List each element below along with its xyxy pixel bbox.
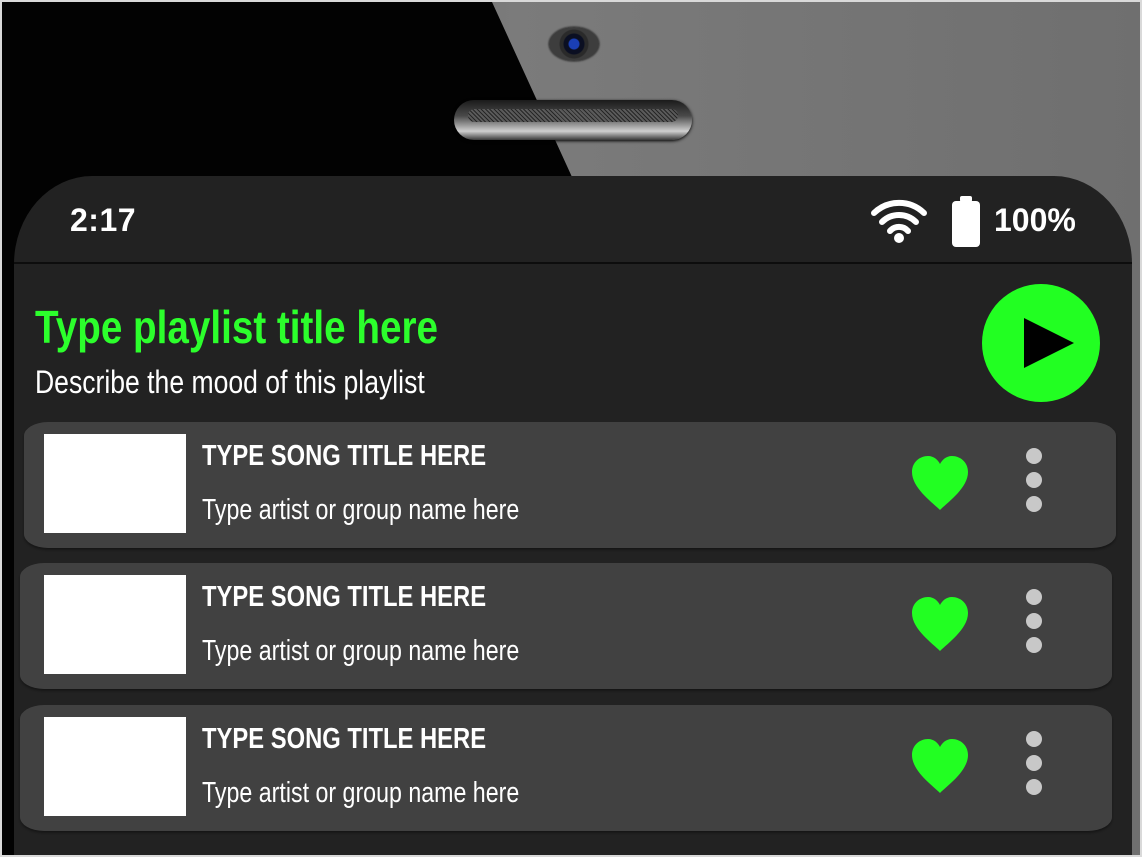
battery-full-icon: [952, 196, 980, 247]
menu-dot: [1026, 637, 1042, 653]
status-bar: 2:17 100%: [14, 176, 1132, 264]
album-art: [44, 717, 186, 816]
heart-icon[interactable]: [910, 595, 970, 653]
wifi-icon: [871, 199, 927, 243]
menu-dot: [1026, 613, 1042, 629]
menu-dot: [1026, 589, 1042, 605]
menu-dot: [1026, 755, 1042, 771]
song-artist: Type artist or group name here: [202, 494, 520, 526]
app-screen: 2:17 100% Type playlist title here Descr…: [14, 176, 1132, 855]
song-title: TYPE SONG TITLE HERE: [202, 440, 487, 472]
earpiece-speaker: [454, 100, 692, 140]
play-button[interactable]: [982, 284, 1100, 402]
menu-dot: [1026, 472, 1042, 488]
playlist-description[interactable]: Describe the mood of this playlist: [35, 364, 425, 401]
more-vertical-icon[interactable]: [1022, 587, 1046, 659]
song-row[interactable]: TYPE SONG TITLE HERE Type artist or grou…: [20, 705, 1112, 831]
song-title: TYPE SONG TITLE HERE: [202, 723, 487, 755]
menu-dot: [1026, 779, 1042, 795]
album-art: [44, 434, 186, 533]
heart-icon[interactable]: [910, 737, 970, 795]
heart-icon[interactable]: [910, 454, 970, 512]
menu-dot: [1026, 496, 1042, 512]
play-icon: [1024, 318, 1074, 368]
playlist-title[interactable]: Type playlist title here: [35, 300, 438, 354]
status-time: 2:17: [70, 202, 137, 238]
menu-dot: [1026, 731, 1042, 747]
song-artist: Type artist or group name here: [202, 777, 520, 809]
song-row[interactable]: TYPE SONG TITLE HERE Type artist or grou…: [24, 422, 1116, 548]
song-title: TYPE SONG TITLE HERE: [202, 581, 487, 613]
menu-dot: [1026, 448, 1042, 464]
song-artist: Type artist or group name here: [202, 635, 520, 667]
front-camera: [549, 27, 599, 61]
album-art: [44, 575, 186, 674]
more-vertical-icon[interactable]: [1022, 446, 1046, 518]
battery-percentage: 100%: [994, 202, 1076, 238]
phone-mockup: 2:17 100% Type playlist title here Descr…: [0, 0, 1142, 857]
more-vertical-icon[interactable]: [1022, 729, 1046, 801]
song-row[interactable]: TYPE SONG TITLE HERE Type artist or grou…: [20, 563, 1112, 689]
